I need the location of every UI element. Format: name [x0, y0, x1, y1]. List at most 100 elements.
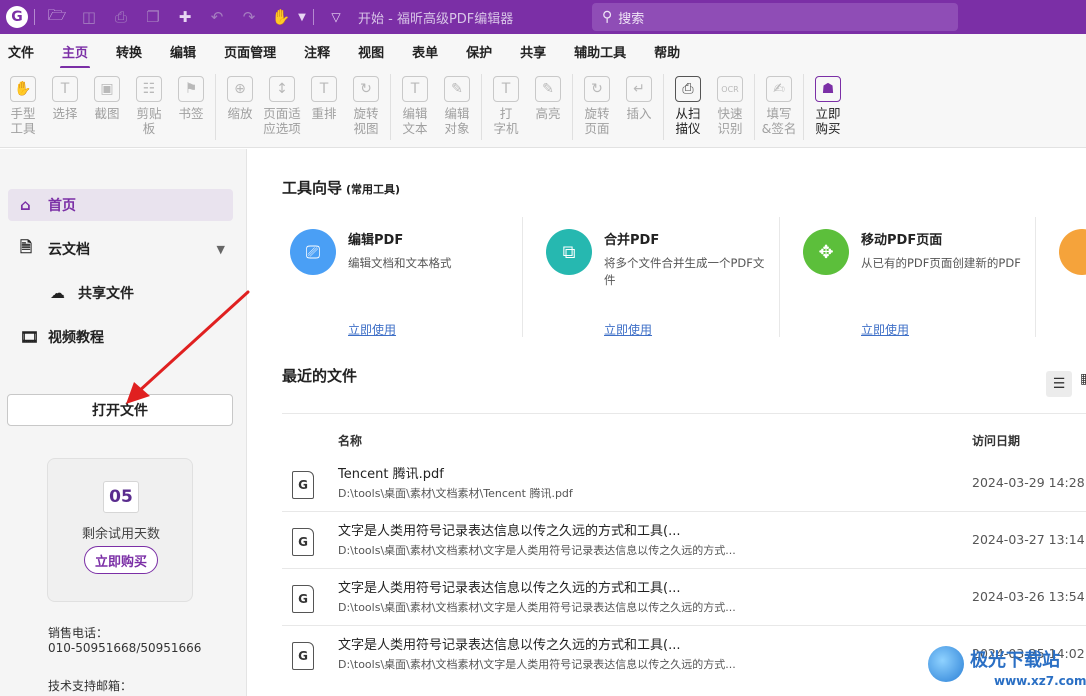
- buy-now-button[interactable]: 立即购买: [84, 546, 158, 574]
- ribbon-button-clipboard[interactable]: ☷ 剪贴 板: [128, 68, 170, 136]
- ribbon-button-reflow[interactable]: T 重排: [303, 68, 345, 121]
- save-icon[interactable]: ◫: [78, 6, 100, 28]
- use-now-link[interactable]: 立即使用: [604, 321, 652, 338]
- tab-1[interactable]: 主页: [60, 38, 91, 69]
- ribbon-button-hand[interactable]: ✋ 手型 工具: [2, 68, 44, 136]
- search-icon: ⚲: [602, 9, 613, 25]
- customize-icon[interactable]: ▽: [325, 6, 347, 28]
- file-path: D:\tools\桌面\素材\文档素材\文字是人类用符号记录表达信息以传之久远的…: [338, 658, 736, 671]
- tab-5[interactable]: 注释: [304, 38, 330, 65]
- use-now-link[interactable]: 立即使用: [348, 321, 396, 338]
- file-date: 2024-03-29 14:28:0: [972, 475, 1086, 490]
- ribbon-button-ocr[interactable]: OCR 快速 识别: [709, 68, 751, 136]
- ribbon-button-edit-object[interactable]: ✎ 编辑 对象: [436, 68, 478, 136]
- tab-3[interactable]: 编辑: [170, 38, 196, 65]
- ribbon-button-highlight[interactable]: ✎ 高亮: [527, 68, 569, 121]
- ribbon-label: 书签: [178, 106, 204, 121]
- ribbon-label: 编辑 对象: [444, 106, 470, 136]
- file-date: 2024-03-27 13:14:4: [972, 532, 1086, 547]
- file-row[interactable]: G Tencent 腾讯.pdf D:\tools\桌面\素材\文档素材\Ten…: [282, 459, 1086, 515]
- divider: [481, 74, 482, 140]
- use-now-link[interactable]: 立即使用: [861, 321, 909, 338]
- file-row[interactable]: G 文字是人类用符号记录表达信息以传之久远的方式和工具(... D:\tools…: [282, 516, 1086, 572]
- fit-page-icon: ↕: [269, 76, 295, 102]
- file-name: 文字是人类用符号记录表达信息以传之久远的方式和工具(...: [338, 581, 681, 596]
- trial-days-count: 05: [103, 481, 139, 513]
- rotate-page-icon: ↻: [584, 76, 610, 102]
- undo-icon[interactable]: ↶: [206, 6, 228, 28]
- ribbon-button-bookmark[interactable]: ⚑ 书签: [170, 68, 212, 121]
- chevron-down-icon[interactable]: ▼: [217, 243, 225, 256]
- window-title: 开始 - 福昕高级PDF编辑器: [358, 11, 514, 27]
- tab-8[interactable]: 保护: [466, 38, 492, 65]
- tool-card-merge-pdf[interactable]: ⧉ 合并PDF 将多个文件合并生成一个PDF文件 立即使用: [536, 217, 792, 343]
- app-logo-icon: G: [6, 6, 28, 28]
- list-view-icon[interactable]: ☰: [1046, 371, 1072, 397]
- ribbon-button-rotate-page[interactable]: ↻ 旋转 页面: [576, 68, 618, 136]
- column-header-date[interactable]: 访问日期: [972, 432, 1020, 449]
- ribbon-button-sign[interactable]: ✍ 填写 &签名: [758, 68, 800, 136]
- grid-view-icon[interactable]: ▦: [1080, 371, 1086, 397]
- pdf-file-icon: G: [292, 585, 314, 613]
- ribbon-label: 剪贴 板: [136, 106, 162, 136]
- main-content: 工具向导 (常用工具) ⎚ 编辑PDF 编辑文档和文本格式 立即使用 ⧉ 合并PD…: [248, 149, 1086, 696]
- bookmark-icon: ⚑: [178, 76, 204, 102]
- tool-card-edit-pdf[interactable]: ⎚ 编辑PDF 编辑文档和文本格式 立即使用: [280, 217, 536, 343]
- ribbon-button-zoom[interactable]: ⊕ 缩放: [219, 68, 261, 121]
- tab-10[interactable]: 辅助工具: [574, 38, 626, 65]
- pdf-file-icon: G: [292, 471, 314, 499]
- ribbon-label: 截图: [94, 106, 120, 121]
- tab-4[interactable]: 页面管理: [224, 38, 276, 65]
- sidebar-item-video-tutorials[interactable]: 🎞 视频教程: [8, 321, 233, 353]
- file-path: D:\tools\桌面\素材\文档素材\Tencent 腾讯.pdf: [338, 487, 573, 500]
- tab-0[interactable]: 文件: [8, 38, 34, 65]
- ribbon-button-select-text[interactable]: T 选择: [44, 68, 86, 121]
- new-file-icon[interactable]: ✚: [174, 6, 196, 28]
- sales-label: 销售电话：: [48, 626, 109, 640]
- sidebar-item-label: 云文档: [48, 242, 90, 258]
- watermark-text: 极光下载站: [970, 650, 1060, 671]
- ribbon-button-rotate-view[interactable]: ↻ 旋转 视图: [345, 68, 387, 136]
- ribbon-button-fit-page[interactable]: ↕ 页面适 应选项: [261, 68, 303, 136]
- tab-9[interactable]: 共享: [520, 38, 546, 65]
- hand-icon[interactable]: ✋: [270, 6, 292, 28]
- tab-6[interactable]: 视图: [358, 38, 384, 65]
- ribbon-button-insert[interactable]: ↵ 插入: [618, 68, 660, 121]
- file-path: D:\tools\桌面\素材\文档素材\文字是人类用符号记录表达信息以传之久远的…: [338, 544, 736, 557]
- column-header-name[interactable]: 名称: [338, 432, 362, 449]
- copy-icon[interactable]: ❐: [142, 6, 164, 28]
- pdf-file-icon: G: [292, 528, 314, 556]
- divider: [282, 568, 1086, 569]
- ribbon-button-edit-text[interactable]: T 编辑 文本: [394, 68, 436, 136]
- search-input[interactable]: ⚲ 搜索: [592, 3, 958, 31]
- search-placeholder: 搜索: [618, 11, 645, 27]
- tab-7[interactable]: 表单: [412, 38, 438, 65]
- support-email-label: 技术支持邮箱：: [48, 679, 133, 693]
- ribbon-button-screenshot[interactable]: ▣ 截图: [86, 68, 128, 121]
- screenshot-icon: ▣: [94, 76, 120, 102]
- print-icon[interactable]: ⎙: [110, 6, 132, 28]
- file-row[interactable]: G 文字是人类用符号记录表达信息以传之久远的方式和工具(... D:\tools…: [282, 573, 1086, 629]
- ribbon-label: 插入: [626, 106, 652, 121]
- sidebar-item-home[interactable]: ⌂ 首页: [8, 189, 233, 221]
- sidebar-item-cloud-docs[interactable]: 🗎 云文档 ▼: [8, 233, 233, 265]
- tab-2[interactable]: 转换: [116, 38, 142, 65]
- select-text-icon: T: [52, 76, 78, 102]
- tool-card-partial[interactable]: [1059, 229, 1086, 275]
- tab-11[interactable]: 帮助: [654, 38, 680, 65]
- open-file-button[interactable]: 打开文件: [7, 394, 233, 426]
- watermark-logo-icon: [928, 646, 964, 682]
- ribbon-label: 填写 &签名: [761, 106, 797, 136]
- move-page-icon: ✥: [803, 229, 849, 275]
- redo-icon[interactable]: ↷: [238, 6, 260, 28]
- sidebar-item-shared-files[interactable]: ☁ 共享文件: [8, 277, 233, 309]
- divider: [313, 9, 314, 25]
- zoom-icon: ⊕: [227, 76, 253, 102]
- dropdown-icon[interactable]: ▼: [297, 6, 307, 28]
- ribbon-button-cart[interactable]: ☗ 立即 购买: [807, 68, 849, 136]
- divider: [1035, 217, 1036, 337]
- ribbon-button-scanner[interactable]: ⎙ 从扫 描仪: [667, 68, 709, 136]
- ribbon-button-typewriter[interactable]: T 打 字机: [485, 68, 527, 136]
- tool-card-move-page[interactable]: ✥ 移动PDF页面 从已有的PDF页面创建新的PDF 立即使用: [793, 217, 1049, 343]
- folder-open-icon[interactable]: 🗁: [46, 6, 68, 28]
